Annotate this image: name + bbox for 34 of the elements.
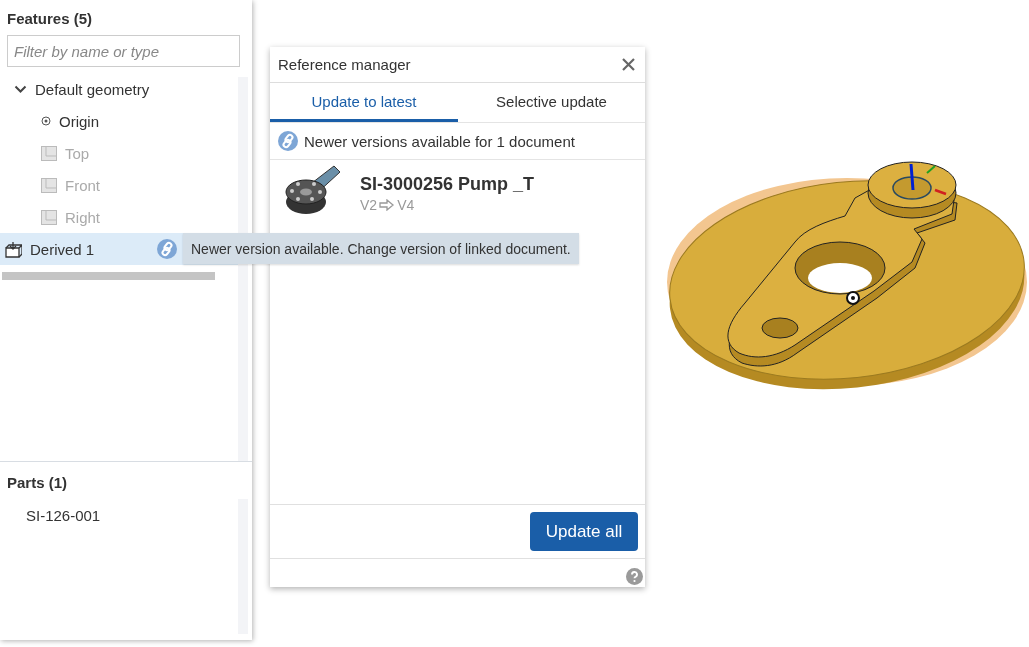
arrow-right-icon [379,199,396,211]
tree-item-label: Origin [59,112,99,130]
document-name: SI-3000256 Pump _T [360,174,535,195]
part-model-drawing[interactable] [667,158,1029,390]
tree-item-label: Default geometry [35,80,150,98]
help-icon[interactable] [626,568,643,585]
chevron-down-icon[interactable] [14,84,27,94]
scrollbar-thumb[interactable] [2,272,215,280]
plane-icon [41,145,57,161]
derived-part-icon [4,240,22,258]
part-thumbnail-drawing [284,164,342,216]
panel-title: Parts (1) [6,473,69,493]
tooltip: Newer version available. Change version of linked document. [183,233,579,264]
origin-icon [41,116,51,126]
dialog-title: Reference manager [278,56,411,73]
tree-item-label: Right [65,208,101,226]
tab[interactable]: Update to latest [270,83,458,122]
part-item[interactable]: SI-126-001 [0,499,238,531]
plane-icon [41,177,57,193]
tree-item-label: Front [65,176,100,194]
filter-field[interactable]: Filter by name or type [7,35,240,67]
panel-title: Features (5) [6,9,94,29]
link-icon [278,131,298,151]
update-all-button[interactable]: Update all [530,512,638,551]
version-label: V2 [360,197,378,213]
version-label: V4 [397,197,415,213]
tree-item-label: Derived 1 [30,240,95,258]
tab[interactable]: Selective update [458,83,645,122]
tree-row[interactable]: Origin [0,105,238,137]
tree-item-label: Top [65,144,90,162]
tree-row[interactable]: Default geometry [0,73,238,105]
plane-icon [41,209,57,225]
close-icon[interactable] [622,58,635,71]
notice-text: Newer versions available for 1 document [304,132,575,150]
